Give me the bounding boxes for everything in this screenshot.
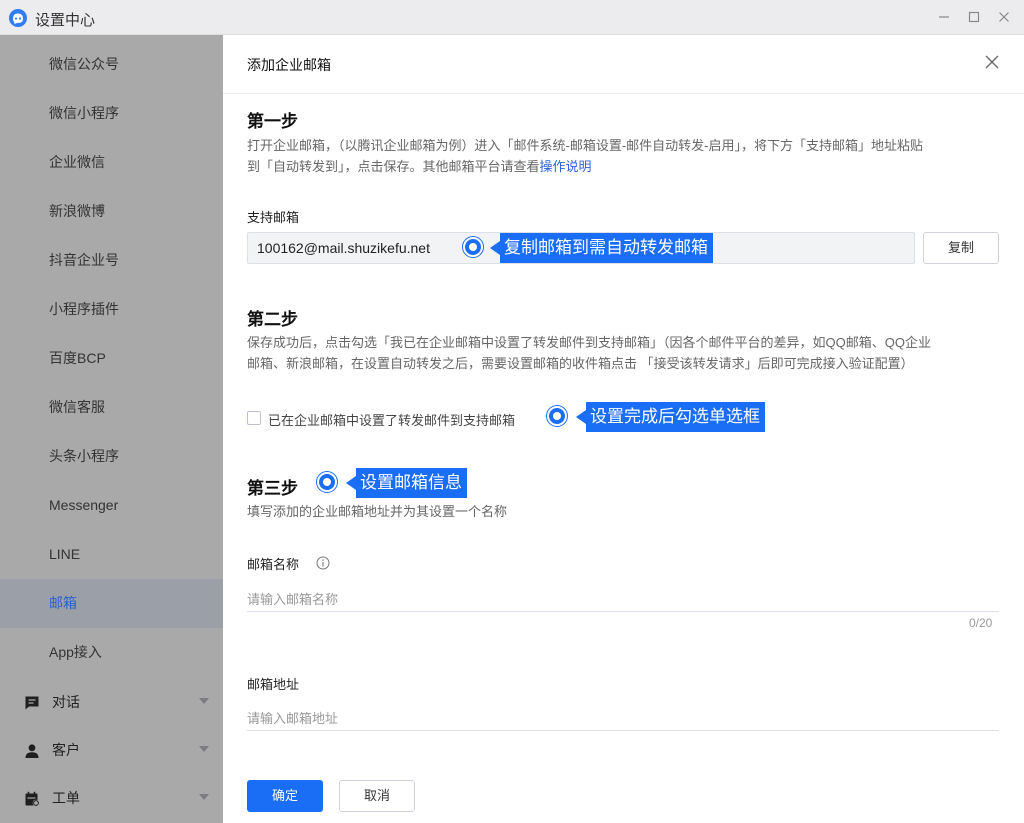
sidebar-group-ticket[interactable]: 工单 [0, 774, 223, 823]
sidebar-item-mailbox[interactable]: 邮箱 [0, 579, 223, 628]
chevron-down-icon [199, 746, 209, 752]
info-icon[interactable] [316, 556, 330, 570]
sidebar-item-weibo[interactable]: 新浪微博 [0, 187, 223, 236]
title-bar: 设置中心 [0, 0, 1024, 35]
sidebar-item-wecom[interactable]: 企业微信 [0, 138, 223, 187]
sidebar-group-customer[interactable]: 客户 [0, 726, 223, 775]
support-email-label: 支持邮箱 [247, 210, 300, 225]
sidebar-item-wechat-service[interactable]: 微信客服 [0, 383, 223, 432]
sidebar-item-messenger[interactable]: Messenger [0, 481, 223, 530]
mailbox-name-label: 邮箱名称 [247, 557, 300, 572]
step1-desc-line1: 打开企业邮箱，（以腾讯企业邮箱为例）进入「邮件系统-邮箱设置-邮件自动转发-启用… [247, 138, 923, 153]
step1-desc-text: 到「自动转发到」，点击保存。其他邮箱平台请查看 [247, 159, 540, 174]
step2-description: 保存成功后，点击勾选「我已在企业邮箱中设置了转发邮件到支持邮箱」（因各个邮件平台… [247, 332, 1002, 374]
sidebar-group-label: 工单 [52, 790, 80, 806]
copy-button[interactable]: 复制 [923, 232, 999, 264]
dialog-title: 添加企业邮箱 [247, 57, 331, 73]
annotation-copy-email: 复制邮箱到需自动转发邮箱 [490, 233, 713, 263]
step3-description: 填写添加的企业邮箱地址并为其设置一个名称 [247, 504, 508, 519]
instructions-link[interactable]: 操作说明 [540, 159, 592, 174]
step1-description: 打开企业邮箱，（以腾讯企业邮箱为例）进入「邮件系统-邮箱设置-邮件自动转发-启用… [247, 135, 1002, 177]
mailbox-address-input[interactable]: 请输入邮箱地址 [247, 703, 999, 731]
maximize-icon[interactable] [964, 8, 984, 28]
sidebar-group-label: 对话 [52, 694, 80, 710]
sidebar-item-baidu-bcp[interactable]: 百度BCP [0, 334, 223, 383]
mailbox-name-placeholder: 请输入邮箱名称 [247, 592, 339, 607]
sidebar: 微信公众号 微信小程序 企业微信 新浪微博 抖音企业号 小程序插件 百度BCP … [0, 35, 223, 823]
chevron-down-icon [199, 794, 209, 800]
sidebar-item-line[interactable]: LINE [0, 530, 223, 579]
mailbox-address-label: 邮箱地址 [247, 677, 300, 692]
app-logo-icon [9, 9, 27, 27]
close-icon[interactable] [983, 53, 1001, 71]
mailbox-name-input[interactable]: 请输入邮箱名称 [247, 584, 999, 612]
step2-desc-line2: 邮箱、新浪邮箱，在设置自动转发之后，需要设置邮箱的收件箱点击 「接受该转发请求」… [247, 356, 914, 371]
sidebar-item-douyin[interactable]: 抖音企业号 [0, 236, 223, 285]
minimize-icon[interactable] [934, 8, 954, 28]
sidebar-item-app[interactable]: App接入 [0, 628, 223, 677]
annotation-marker-icon [547, 406, 567, 426]
annotation-mail-info: 设置邮箱信息 [346, 468, 467, 498]
sidebar-item-wechat-official[interactable]: 微信公众号 [0, 40, 223, 89]
forward-confirm-checkbox[interactable] [247, 411, 261, 425]
confirm-button[interactable]: 确定 [247, 780, 323, 812]
window-title: 设置中心 [35, 12, 96, 29]
forward-confirm-label[interactable]: 已在企业邮箱中设置了转发邮件到支持邮箱 [268, 410, 515, 429]
annotation-check-box: 设置完成后勾选单选框 [576, 402, 765, 432]
add-mailbox-dialog: 添加企业邮箱 第一步 打开企业邮箱，（以腾讯企业邮箱为例）进入「邮件系统-邮箱设… [223, 35, 1024, 823]
annotation-marker-icon [463, 237, 483, 257]
user-icon [25, 744, 39, 758]
annotation-marker-icon [317, 472, 337, 492]
sidebar-group-chat[interactable]: 对话 [0, 678, 223, 727]
step2-desc-line1: 保存成功后，点击勾选「我已在企业邮箱中设置了转发邮件到支持邮箱」（因各个邮件平台… [247, 335, 931, 350]
step3-title: 第三步 [247, 479, 298, 498]
ticket-icon [25, 791, 40, 807]
chat-icon [25, 696, 39, 710]
cancel-button[interactable]: 取消 [339, 780, 415, 812]
step2-title: 第二步 [247, 310, 298, 329]
sidebar-item-miniprogram-plugin[interactable]: 小程序插件 [0, 285, 223, 334]
mailbox-address-placeholder: 请输入邮箱地址 [247, 711, 339, 726]
step1-title: 第一步 [247, 112, 298, 131]
support-email-value: 100162@mail.shuzikefu.net [257, 240, 430, 256]
sidebar-item-wechat-miniprogram[interactable]: 微信小程序 [0, 89, 223, 138]
close-window-icon[interactable] [994, 8, 1014, 28]
sidebar-item-toutiao[interactable]: 头条小程序 [0, 432, 223, 481]
name-char-counter: 0/20 [969, 616, 993, 630]
sidebar-group-label: 客户 [52, 742, 80, 758]
chevron-down-icon [199, 698, 209, 704]
step1-desc-line2: 到「自动转发到」，点击保存。其他邮箱平台请查看操作说明 [247, 156, 1002, 177]
dialog-divider [223, 93, 1024, 94]
